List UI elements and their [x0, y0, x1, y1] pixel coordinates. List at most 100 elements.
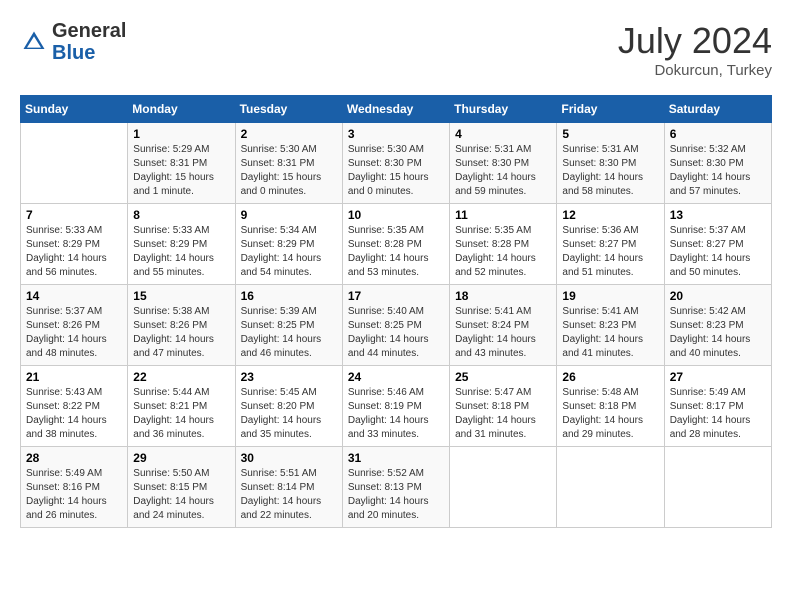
page-header: General Blue July 2024 Dokurcun, Turkey [20, 20, 772, 79]
cell-content: Sunrise: 5:38 AM Sunset: 8:26 PM Dayligh… [133, 305, 229, 361]
cell-content: Sunrise: 5:35 AM Sunset: 8:28 PM Dayligh… [455, 224, 551, 280]
calendar-week-row: 1 Sunrise: 5:29 AM Sunset: 8:31 PM Daylig… [21, 123, 772, 204]
calendar-cell [450, 447, 557, 528]
calendar-header-monday: Monday [128, 96, 235, 123]
day-number: 11 [455, 208, 551, 222]
calendar-cell [557, 447, 664, 528]
calendar-cell: 12 Sunrise: 5:36 AM Sunset: 8:27 PM Dayli… [557, 204, 664, 285]
day-number: 5 [562, 127, 658, 141]
calendar-cell: 18Sunrise: 5:41 AM Sunset: 8:24 PM Dayli… [450, 285, 557, 366]
cell-content: Sunrise: 5:33 AM Sunset: 8:29 PM Dayligh… [26, 224, 122, 280]
day-number: 19 [562, 289, 658, 303]
calendar-cell: 1 Sunrise: 5:29 AM Sunset: 8:31 PM Daylig… [128, 123, 235, 204]
logo-blue-text: Blue [52, 42, 95, 64]
cell-content: Sunrise: 5:29 AM Sunset: 8:31 PM Dayligh… [133, 143, 229, 199]
cell-content: Sunrise: 5:31 AM Sunset: 8:30 PM Dayligh… [455, 143, 551, 199]
day-number: 14 [26, 289, 122, 303]
day-number: 15 [133, 289, 229, 303]
cell-content: Sunrise: 5:46 AM Sunset: 8:19 PM Dayligh… [348, 386, 444, 442]
calendar-cell [21, 123, 128, 204]
day-number: 20 [670, 289, 766, 303]
cell-content: Sunrise: 5:37 AM Sunset: 8:26 PM Dayligh… [26, 305, 122, 361]
calendar-header-friday: Friday [557, 96, 664, 123]
calendar-cell [664, 447, 771, 528]
cell-content: Sunrise: 5:43 AM Sunset: 8:22 PM Dayligh… [26, 386, 122, 442]
calendar-cell: 30 Sunrise: 5:51 AM Sunset: 8:14 PM Dayli… [235, 447, 342, 528]
calendar-week-row: 14 Sunrise: 5:37 AM Sunset: 8:26 PM Dayli… [21, 285, 772, 366]
day-number: 29 [133, 451, 229, 465]
calendar-cell: 25Sunrise: 5:47 AM Sunset: 8:18 PM Dayli… [450, 366, 557, 447]
cell-content: Sunrise: 5:34 AM Sunset: 8:29 PM Dayligh… [241, 224, 337, 280]
cell-content: Sunrise: 5:40 AM Sunset: 8:25 PM Dayligh… [348, 305, 444, 361]
logo: General Blue [20, 20, 126, 64]
day-number: 23 [241, 370, 337, 384]
calendar-header-thursday: Thursday [450, 96, 557, 123]
calendar-cell: 22Sunrise: 5:44 AM Sunset: 8:21 PM Dayli… [128, 366, 235, 447]
calendar-cell: 3 Sunrise: 5:30 AM Sunset: 8:30 PM Daylig… [342, 123, 449, 204]
day-number: 17 [348, 289, 444, 303]
location-subtitle: Dokurcun, Turkey [618, 62, 772, 79]
cell-content: Sunrise: 5:48 AM Sunset: 8:18 PM Dayligh… [562, 386, 658, 442]
cell-content: Sunrise: 5:30 AM Sunset: 8:30 PM Dayligh… [348, 143, 444, 199]
calendar-cell: 31 Sunrise: 5:52 AM Sunset: 8:13 PM Dayli… [342, 447, 449, 528]
day-number: 13 [670, 208, 766, 222]
calendar-cell: 27Sunrise: 5:49 AM Sunset: 8:17 PM Dayli… [664, 366, 771, 447]
day-number: 24 [348, 370, 444, 384]
day-number: 30 [241, 451, 337, 465]
calendar-header-row: SundayMondayTuesdayWednesdayThursdayFrid… [21, 96, 772, 123]
calendar-cell: 14 Sunrise: 5:37 AM Sunset: 8:26 PM Dayli… [21, 285, 128, 366]
calendar-cell: 24 Sunrise: 5:46 AM Sunset: 8:19 PM Dayli… [342, 366, 449, 447]
calendar-cell: 29 Sunrise: 5:50 AM Sunset: 8:15 PM Dayli… [128, 447, 235, 528]
cell-content: Sunrise: 5:30 AM Sunset: 8:31 PM Dayligh… [241, 143, 337, 199]
cell-content: Sunrise: 5:42 AM Sunset: 8:23 PM Dayligh… [670, 305, 766, 361]
cell-content: Sunrise: 5:35 AM Sunset: 8:28 PM Dayligh… [348, 224, 444, 280]
day-number: 6 [670, 127, 766, 141]
calendar-cell: 11 Sunrise: 5:35 AM Sunset: 8:28 PM Dayli… [450, 204, 557, 285]
calendar-cell: 5 Sunrise: 5:31 AM Sunset: 8:30 PM Daylig… [557, 123, 664, 204]
cell-content: Sunrise: 5:45 AM Sunset: 8:20 PM Dayligh… [241, 386, 337, 442]
cell-content: Sunrise: 5:37 AM Sunset: 8:27 PM Dayligh… [670, 224, 766, 280]
day-number: 27 [670, 370, 766, 384]
day-number: 31 [348, 451, 444, 465]
day-number: 28 [26, 451, 122, 465]
title-block: July 2024 Dokurcun, Turkey [618, 20, 772, 79]
day-number: 3 [348, 127, 444, 141]
calendar-header-tuesday: Tuesday [235, 96, 342, 123]
day-number: 26 [562, 370, 658, 384]
calendar-cell: 2 Sunrise: 5:30 AM Sunset: 8:31 PM Daylig… [235, 123, 342, 204]
day-number: 1 [133, 127, 229, 141]
calendar-cell: 10Sunrise: 5:35 AM Sunset: 8:28 PM Dayli… [342, 204, 449, 285]
cell-content: Sunrise: 5:49 AM Sunset: 8:16 PM Dayligh… [26, 467, 122, 523]
calendar-cell: 16Sunrise: 5:39 AM Sunset: 8:25 PM Dayli… [235, 285, 342, 366]
calendar-header-sunday: Sunday [21, 96, 128, 123]
calendar-cell: 28 Sunrise: 5:49 AM Sunset: 8:16 PM Dayli… [21, 447, 128, 528]
calendar-cell: 21 Sunrise: 5:43 AM Sunset: 8:22 PM Dayli… [21, 366, 128, 447]
cell-content: Sunrise: 5:52 AM Sunset: 8:13 PM Dayligh… [348, 467, 444, 523]
calendar-cell: 23 Sunrise: 5:45 AM Sunset: 8:20 PM Dayli… [235, 366, 342, 447]
day-number: 4 [455, 127, 551, 141]
calendar-cell: 15 Sunrise: 5:38 AM Sunset: 8:26 PM Dayli… [128, 285, 235, 366]
cell-content: Sunrise: 5:32 AM Sunset: 8:30 PM Dayligh… [670, 143, 766, 199]
day-number: 22 [133, 370, 229, 384]
calendar-table: SundayMondayTuesdayWednesdayThursdayFrid… [20, 95, 772, 528]
day-number: 16 [241, 289, 337, 303]
cell-content: Sunrise: 5:50 AM Sunset: 8:15 PM Dayligh… [133, 467, 229, 523]
day-number: 21 [26, 370, 122, 384]
day-number: 7 [26, 208, 122, 222]
cell-content: Sunrise: 5:31 AM Sunset: 8:30 PM Dayligh… [562, 143, 658, 199]
cell-content: Sunrise: 5:51 AM Sunset: 8:14 PM Dayligh… [241, 467, 337, 523]
logo-icon [20, 28, 48, 56]
calendar-week-row: 28 Sunrise: 5:49 AM Sunset: 8:16 PM Dayli… [21, 447, 772, 528]
day-number: 2 [241, 127, 337, 141]
calendar-week-row: 21 Sunrise: 5:43 AM Sunset: 8:22 PM Dayli… [21, 366, 772, 447]
day-number: 25 [455, 370, 551, 384]
logo-general-text: General [52, 20, 126, 42]
cell-content: Sunrise: 5:36 AM Sunset: 8:27 PM Dayligh… [562, 224, 658, 280]
month-year-title: July 2024 [618, 20, 772, 62]
calendar-cell: 4 Sunrise: 5:31 AM Sunset: 8:30 PM Daylig… [450, 123, 557, 204]
calendar-cell: 17 Sunrise: 5:40 AM Sunset: 8:25 PM Dayli… [342, 285, 449, 366]
day-number: 8 [133, 208, 229, 222]
calendar-header-wednesday: Wednesday [342, 96, 449, 123]
calendar-cell: 20 Sunrise: 5:42 AM Sunset: 8:23 PM Dayli… [664, 285, 771, 366]
day-number: 12 [562, 208, 658, 222]
